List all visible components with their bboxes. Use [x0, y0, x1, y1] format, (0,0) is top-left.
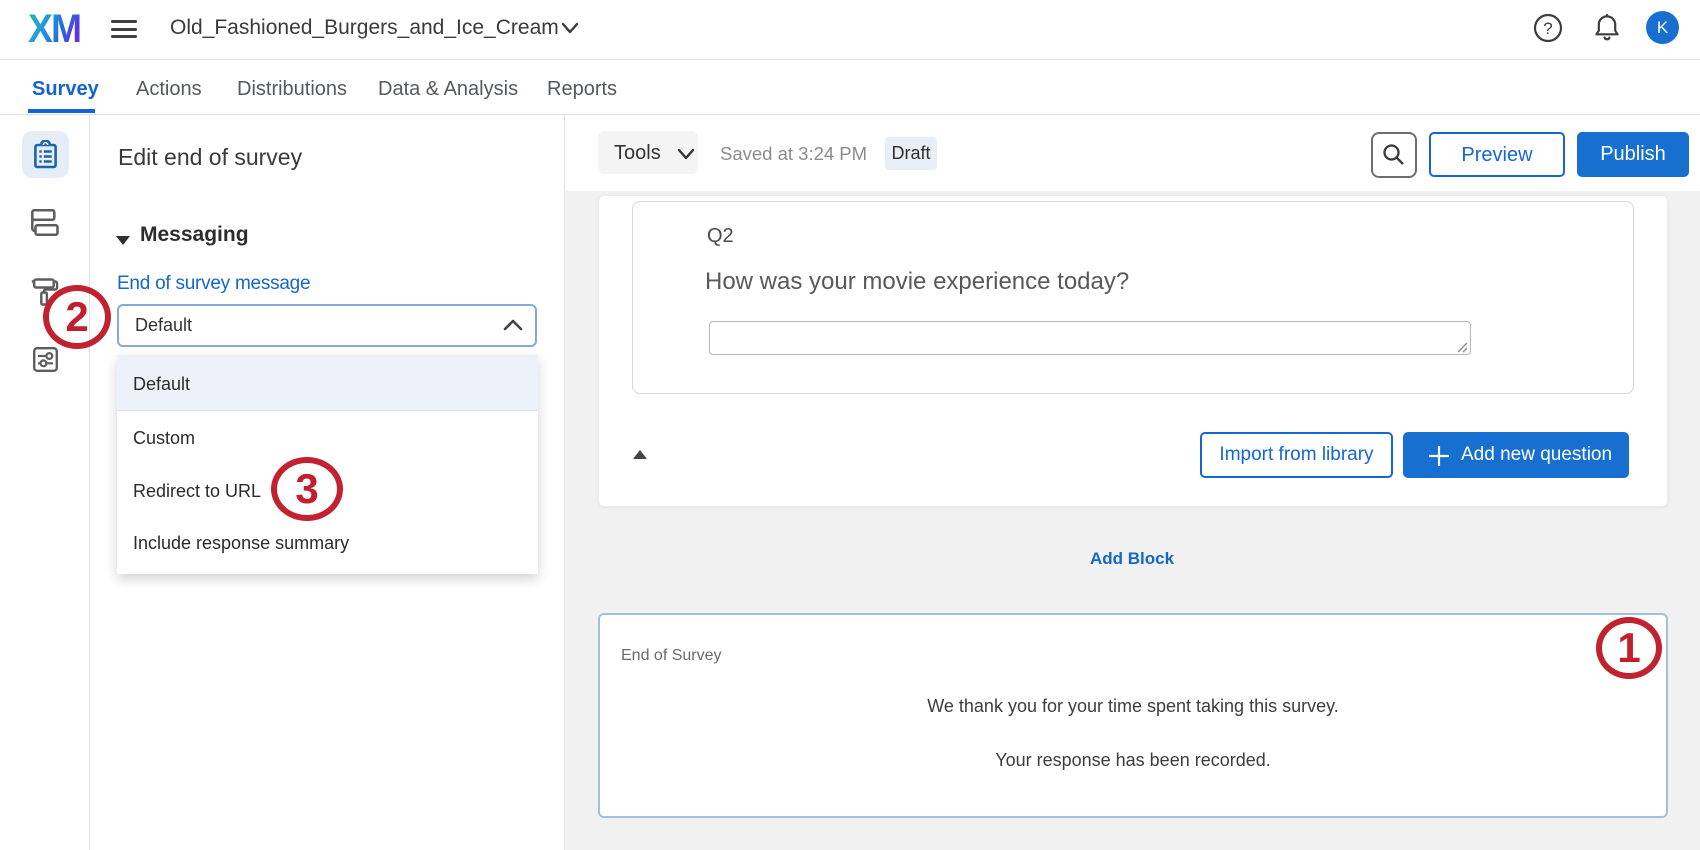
svg-text:?: ?	[1543, 19, 1552, 38]
